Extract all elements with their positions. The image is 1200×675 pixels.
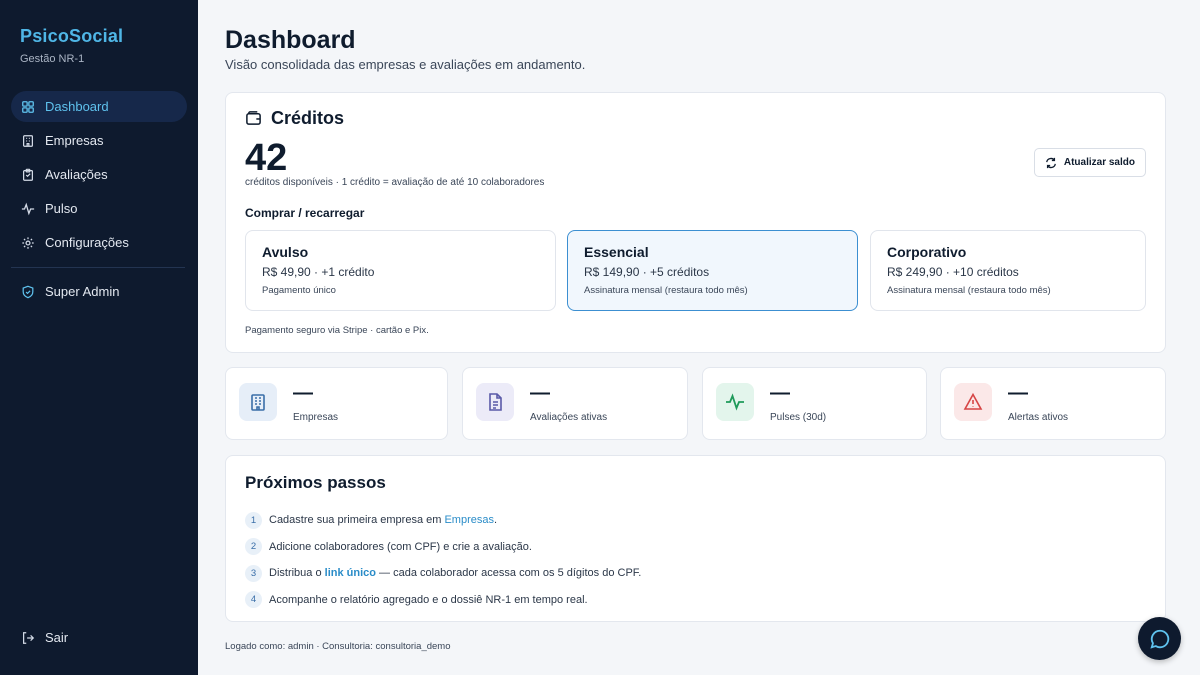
credits-card: Créditos 42 créditos disponíveis · 1 cré… [225, 92, 1166, 353]
step-text: Distribua o [269, 567, 325, 580]
plan-price: R$ 49,90 · +1 crédito [262, 265, 375, 279]
stat-card-avaliacoes: — Avaliações ativas [462, 367, 688, 440]
sidebar-divider [11, 267, 185, 268]
page-title: Dashboard [225, 26, 356, 54]
plan-price: R$ 149,90 · +5 créditos [584, 265, 710, 279]
plan-name: Avulso [262, 244, 309, 260]
stat-value: — [530, 382, 550, 404]
sidebar-item-label: Dashboard [45, 99, 109, 114]
plan-card-essencial[interactable]: Essencial R$ 149,90 · +5 créditos Assina… [567, 230, 858, 311]
warning-icon [954, 383, 992, 421]
credits-amount: 42 [245, 137, 288, 179]
building-icon [239, 383, 277, 421]
refresh-icon [1045, 157, 1056, 168]
stat-value: — [770, 382, 790, 404]
logged-in-info: Logado como: admin · Consultoria: consul… [225, 641, 451, 652]
list-item: 3 Distribua o link único — cada colabora… [245, 560, 641, 587]
sidebar-item-empresas[interactable]: Empresas [11, 125, 187, 156]
next-steps-card: Próximos passos 1 Cadastre sua primeira … [225, 455, 1166, 622]
document-icon [476, 383, 514, 421]
credits-title: Créditos [271, 108, 345, 128]
logout-button[interactable]: Sair [11, 622, 187, 653]
sidebar-item-label: Empresas [45, 133, 104, 148]
next-steps-title: Próximos passos [245, 473, 386, 492]
pulse-icon [21, 202, 35, 216]
next-steps-list: 1 Cadastre sua primeira empresa em Empre… [245, 507, 641, 613]
step-text: Cadastre sua primeira empresa em [269, 514, 445, 527]
step-number: 2 [245, 538, 262, 556]
brand-title: PsicoSocial [20, 26, 124, 46]
credits-description: créditos disponíveis · 1 crédito = avali… [245, 177, 545, 188]
shield-icon [21, 285, 35, 299]
sidebar-nav: Dashboard Empresas Avaliações Pulso Conf… [11, 91, 187, 261]
list-item: 2 Adicione colaboradores (com CPF) e cri… [245, 534, 641, 561]
dashboard-grid-icon [21, 100, 35, 114]
stat-value: — [293, 382, 313, 404]
sidebar: PsicoSocial Gestão NR-1 Dashboard Empres… [0, 0, 198, 675]
credits-header: Créditos [245, 108, 344, 129]
plan-name: Corporativo [887, 244, 967, 260]
sidebar-admin-section: Super Admin [11, 276, 187, 310]
plan-price: R$ 249,90 · +10 créditos [887, 265, 1019, 279]
sidebar-item-configuracoes[interactable]: Configurações [11, 227, 187, 258]
stat-label: Empresas [293, 412, 339, 423]
sidebar-item-label: Configurações [45, 235, 129, 250]
plan-card-corporativo[interactable]: Corporativo R$ 249,90 · +10 créditos Ass… [870, 230, 1146, 311]
main-content: Dashboard Visão consolidada das empresas… [198, 0, 1200, 675]
step-text-end: . [494, 514, 498, 527]
building-icon [21, 134, 35, 148]
step-number: 3 [245, 564, 262, 582]
plan-note: Assinatura mensal (restaura todo mês) [584, 285, 748, 296]
wallet-icon [246, 111, 261, 125]
clipboard-icon [21, 168, 35, 182]
plan-name: Essencial [584, 244, 649, 260]
stat-card-pulses: — Pulses (30d) [702, 367, 927, 440]
plan-card-avulso[interactable]: Avulso R$ 49,90 · +1 crédito Pagamento ú… [245, 230, 556, 311]
pulse-icon [716, 383, 754, 421]
plan-note: Pagamento único [262, 285, 336, 296]
logout-icon [21, 631, 35, 645]
brand: PsicoSocial Gestão NR-1 [20, 26, 123, 65]
brand-subtitle: Gestão NR-1 [20, 53, 85, 65]
stat-label: Alertas ativos [1008, 412, 1069, 423]
sidebar-item-label: Super Admin [45, 284, 120, 299]
chat-bubble-icon [1149, 629, 1169, 649]
stat-value: — [1008, 382, 1028, 404]
sidebar-logout-section: Sair [11, 622, 187, 656]
stat-card-empresas: — Empresas [225, 367, 448, 440]
logout-label: Sair [45, 630, 69, 645]
stat-card-alertas: — Alertas ativos [940, 367, 1166, 440]
sidebar-item-label: Avaliações [45, 167, 108, 182]
sidebar-item-pulso[interactable]: Pulso [11, 193, 187, 224]
secure-payment-note: Pagamento seguro via Stripe · cartão e P… [245, 325, 429, 336]
stat-label: Pulses (30d) [770, 412, 827, 423]
page-subtitle: Visão consolidada das empresas e avaliaç… [225, 57, 586, 72]
list-item: 1 Cadastre sua primeira empresa em Empre… [245, 507, 641, 534]
step-text-end: — cada colaborador acessa com os 5 dígit… [375, 567, 642, 580]
step-number: 4 [245, 591, 262, 609]
unique-link[interactable]: link único [325, 567, 376, 579]
buy-section-title: Comprar / recarregar [245, 206, 365, 220]
plan-note: Assinatura mensal (restaura todo mês) [887, 285, 1051, 296]
refresh-balance-button[interactable]: Atualizar saldo [1033, 148, 1146, 177]
gear-icon [21, 236, 35, 250]
sidebar-item-super-admin[interactable]: Super Admin [11, 276, 187, 307]
list-item: 4 Acompanhe o relatório agregado e o dos… [245, 587, 641, 614]
stat-label: Avaliações ativas [530, 412, 608, 423]
step-number: 1 [245, 511, 262, 529]
chat-button[interactable] [1138, 617, 1181, 660]
sidebar-item-label: Pulso [45, 201, 78, 216]
empresas-link[interactable]: Empresas [444, 514, 494, 526]
sidebar-item-dashboard[interactable]: Dashboard [11, 91, 187, 122]
step-text: Adicione colaboradores (com CPF) e crie … [269, 540, 532, 553]
refresh-balance-label: Atualizar saldo [1063, 157, 1135, 168]
step-text: Acompanhe o relatório agregado e o dossi… [269, 593, 588, 606]
sidebar-item-avaliacoes[interactable]: Avaliações [11, 159, 187, 190]
